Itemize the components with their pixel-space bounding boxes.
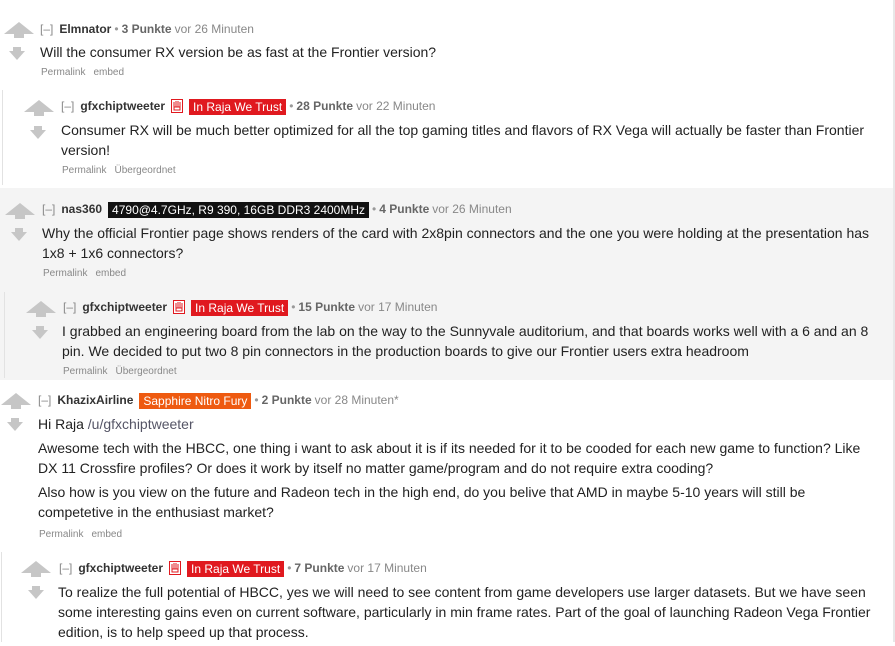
points: 7 Punkte — [294, 561, 345, 575]
embed-link[interactable]: embed — [93, 67, 124, 78]
separator: • — [291, 300, 296, 314]
downvote-icon[interactable] — [9, 47, 25, 60]
embed-link[interactable]: embed — [95, 268, 126, 279]
permalink-link[interactable]: Permalink — [62, 165, 106, 176]
permalink-link[interactable]: Permalink — [43, 268, 87, 279]
comment-tagline: [–] gfxchiptweeter In Raja We Trust • 7 Punk… — [59, 561, 427, 577]
collapse-toggle[interactable]: [–] — [59, 561, 72, 575]
comment-text: I grabbed an engineering board from the … — [62, 323, 869, 359]
comment-body: I grabbed an engineering board from the … — [62, 321, 888, 365]
comment-links: Permalink Übergeordnet — [62, 165, 184, 176]
collapse-toggle[interactable]: [–] — [38, 393, 51, 407]
nest-line — [2, 90, 3, 185]
permalink-link[interactable]: Permalink — [63, 366, 107, 377]
downvote-icon[interactable] — [32, 326, 48, 339]
comment-text: Will the consumer RX version be as fast … — [40, 44, 437, 60]
comment-text: Consumer RX will be much better optimize… — [61, 122, 865, 158]
author-link[interactable]: KhazixAirline — [57, 393, 133, 407]
nest-line — [4, 292, 5, 378]
comment-tagline: [–] Elmnator • 3 Punkte vor 26 Minuten — [40, 22, 254, 36]
comment-tagline: [–] gfxchiptweeter In Raja We Trust • 15 Pun… — [63, 300, 437, 316]
upvote-icon[interactable] — [21, 561, 51, 577]
greeting-line: Hi Raja /u/gfxchiptweeter — [38, 414, 883, 434]
comment-tagline: [–] gfxchiptweeter In Raja We Trust • 28 Pun… — [61, 99, 435, 115]
greeting-text: Hi Raja — [38, 416, 84, 432]
comment-tagline: [–] KhazixAirline Sapphire Nitro Fury • 2 Pu… — [38, 393, 399, 409]
comment-body: Will the consumer RX version be as fast … — [40, 42, 880, 66]
comment-text: Awesome tech with the HBCC, one thing i … — [38, 440, 861, 476]
comment-tagline: [–] nas360 4790@4.7GHz, R9 390, 16GB DDR3 … — [42, 202, 512, 218]
parent-link[interactable]: Übergeordnet — [115, 366, 176, 377]
comment-body: Why the official Frontier page shows ren… — [42, 223, 872, 267]
author-link[interactable]: nas360 — [61, 202, 102, 216]
permalink-link[interactable]: Permalink — [39, 529, 83, 540]
upvote-icon[interactable] — [24, 100, 54, 116]
user-mention-link[interactable]: /u/gfxchiptweeter — [88, 416, 194, 432]
timestamp: vor 26 Minuten — [174, 22, 254, 36]
comment-text: Also how is you view on the future and R… — [38, 484, 806, 520]
comment-links: Permalink Übergeordnet — [63, 366, 185, 377]
comment-body: Hi Raja /u/gfxchiptweeter Awesome tech w… — [38, 414, 883, 526]
user-flair: In Raja We Trust — [191, 300, 289, 316]
upvote-icon[interactable] — [26, 301, 56, 317]
collapse-toggle[interactable]: [–] — [40, 22, 53, 36]
nest-line — [1, 552, 2, 642]
comment-links: Permalink embed — [43, 268, 134, 279]
author-link[interactable]: gfxchiptweeter — [78, 561, 163, 575]
upvote-icon[interactable] — [1, 393, 31, 409]
separator: • — [254, 393, 259, 407]
fist-icon — [169, 561, 182, 575]
user-flair: Sapphire Nitro Fury — [139, 393, 252, 409]
timestamp: vor 17 Minuten — [347, 561, 427, 575]
separator: • — [114, 22, 119, 36]
separator: • — [287, 561, 292, 575]
permalink-link[interactable]: Permalink — [41, 67, 85, 78]
timestamp: vor 28 Minuten* — [314, 393, 399, 407]
downvote-icon[interactable] — [28, 586, 44, 599]
fist-icon — [173, 300, 186, 314]
comment-text: To realize the full potential of HBCC, y… — [58, 584, 871, 640]
timestamp: vor 22 Minuten — [356, 99, 436, 113]
downvote-icon[interactable] — [11, 228, 27, 241]
collapse-toggle[interactable]: [–] — [61, 99, 74, 113]
embed-link[interactable]: embed — [91, 529, 122, 540]
fist-icon — [171, 99, 184, 113]
timestamp: vor 26 Minuten — [432, 202, 512, 216]
parent-link[interactable]: Übergeordnet — [114, 165, 175, 176]
points: 2 Punkte — [261, 393, 312, 407]
upvote-icon[interactable] — [5, 203, 35, 219]
comment-links: Permalink embed — [39, 529, 130, 540]
timestamp: vor 17 Minuten — [358, 300, 438, 314]
points: 3 Punkte — [121, 22, 172, 36]
points: 28 Punkte — [296, 99, 354, 113]
separator: • — [289, 99, 294, 113]
points: 4 Punkte — [379, 202, 430, 216]
author-link[interactable]: gfxchiptweeter — [80, 99, 165, 113]
separator: • — [372, 202, 377, 216]
author-link[interactable]: Elmnator — [59, 22, 111, 36]
comment-text: Why the official Frontier page shows ren… — [42, 225, 870, 261]
downvote-icon[interactable] — [7, 418, 23, 431]
author-link[interactable]: gfxchiptweeter — [82, 300, 167, 314]
collapse-toggle[interactable]: [–] — [42, 202, 55, 216]
user-flair: 4790@4.7GHz, R9 390, 16GB DDR3 2400MHz — [108, 202, 370, 218]
points: 15 Punkte — [298, 300, 356, 314]
user-flair: In Raja We Trust — [189, 99, 287, 115]
downvote-icon[interactable] — [30, 126, 46, 139]
comment-body: Consumer RX will be much better optimize… — [61, 120, 887, 164]
collapse-toggle[interactable]: [–] — [63, 300, 76, 314]
comment-links: Permalink embed — [41, 67, 132, 78]
upvote-icon[interactable] — [4, 22, 34, 38]
user-flair: In Raja We Trust — [187, 561, 285, 577]
comment-body: To realize the full potential of HBCC, y… — [58, 582, 890, 646]
